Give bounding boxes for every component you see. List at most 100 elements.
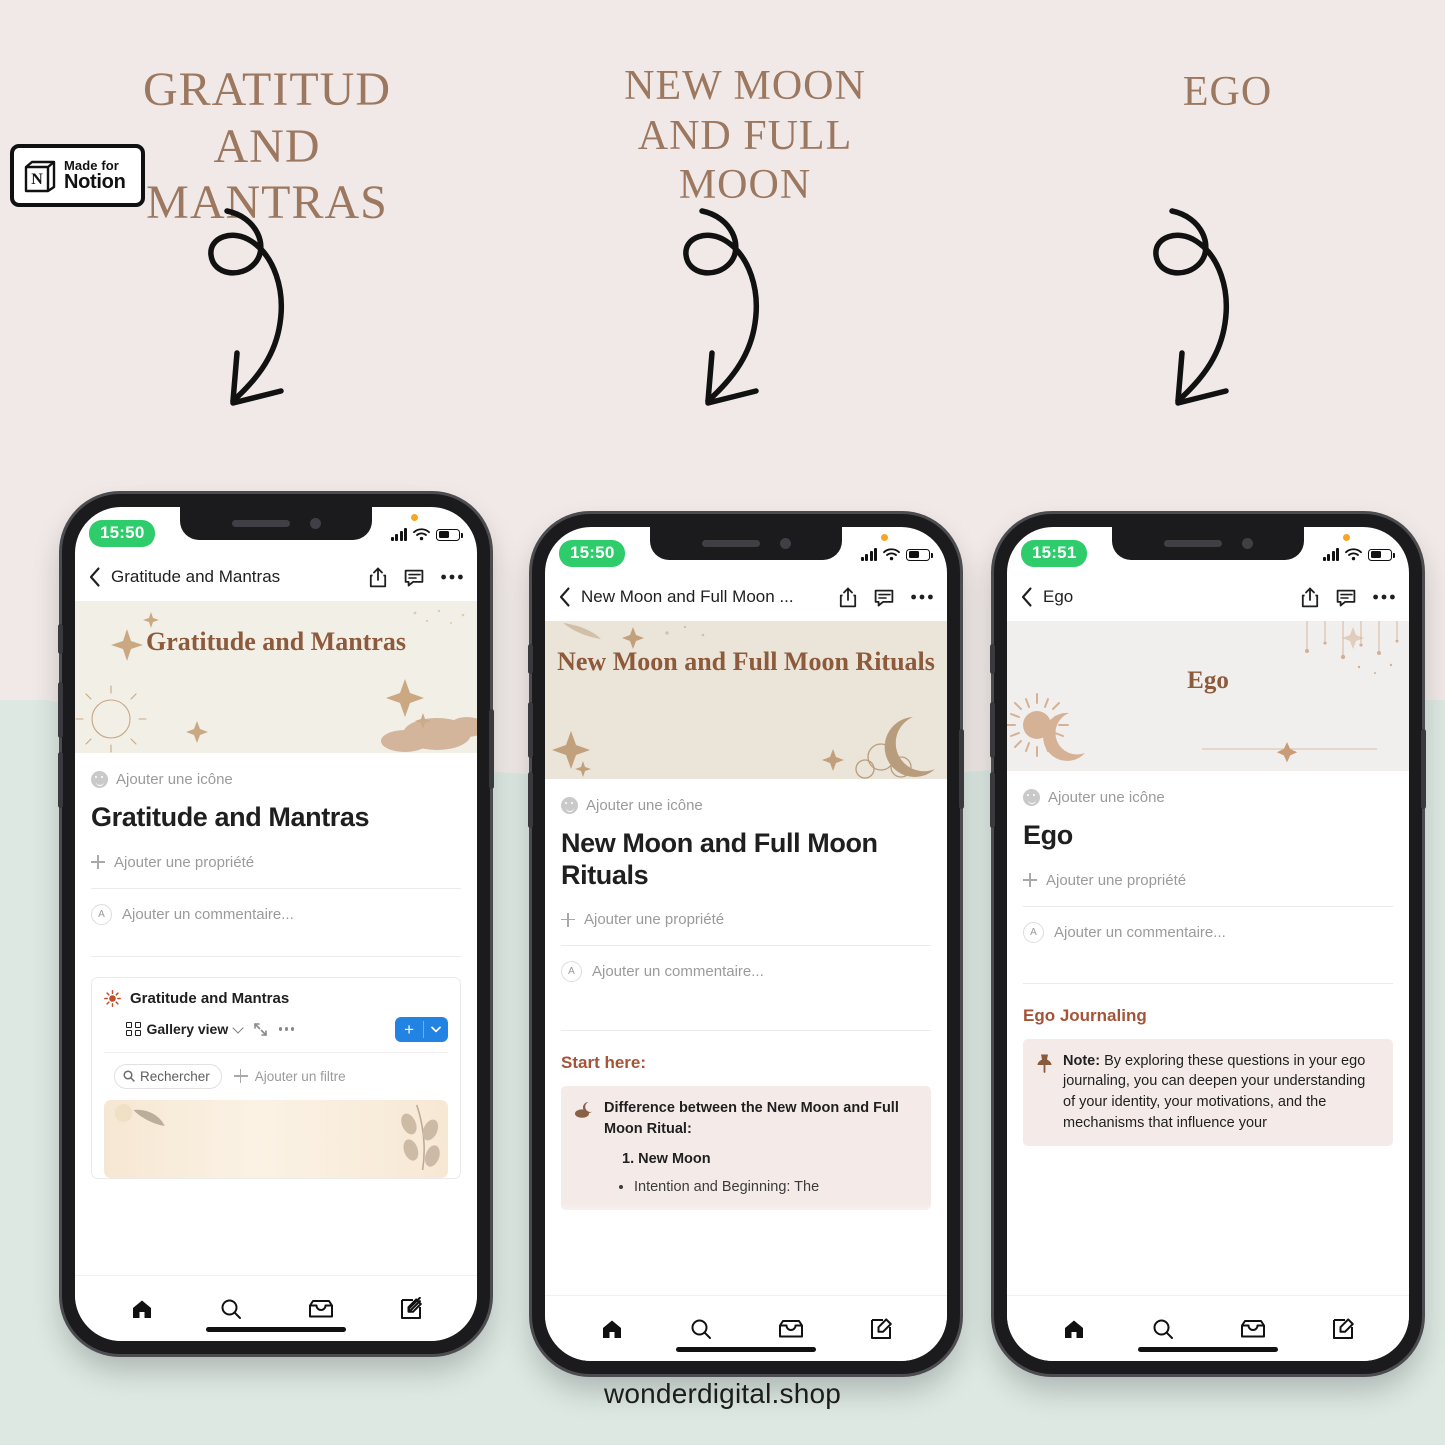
- add-icon-label: Ajouter une icône: [586, 797, 703, 814]
- home-indicator: [206, 1327, 346, 1332]
- share-icon[interactable]: [1301, 587, 1319, 608]
- wifi-icon: [413, 528, 430, 541]
- wifi-icon: [1345, 548, 1362, 561]
- expand-arrows-icon[interactable]: [253, 1022, 268, 1037]
- database-toolbar: Gallery view +: [126, 1016, 448, 1042]
- cover-decoration: [75, 609, 477, 753]
- search-icon[interactable]: [1151, 1317, 1175, 1341]
- page-navbar: New Moon and Full Moon ...: [545, 573, 947, 621]
- earpiece-speaker: [701, 540, 760, 547]
- new-item-button[interactable]: +: [395, 1016, 448, 1042]
- privacy-indicator-dot: [1343, 534, 1350, 541]
- notion-cube-icon: N: [23, 159, 57, 193]
- inbox-icon[interactable]: [308, 1297, 334, 1321]
- add-filter-label: Ajouter un filtre: [254, 1068, 346, 1084]
- avatar: A: [91, 903, 112, 925]
- chevron-left-icon[interactable]: [1021, 587, 1033, 607]
- search-icon[interactable]: [689, 1317, 713, 1341]
- comment-icon[interactable]: [404, 568, 424, 587]
- add-property-label: Ajouter une propriété: [584, 911, 725, 929]
- navbar-title: Ego: [1043, 587, 1074, 606]
- edit-icon[interactable]: [399, 1296, 423, 1321]
- home-indicator: [1138, 1347, 1278, 1352]
- search-input[interactable]: Rechercher: [114, 1063, 222, 1089]
- front-camera: [1241, 538, 1253, 549]
- more-horizontal-icon[interactable]: [441, 574, 463, 580]
- content-fade: [545, 1203, 947, 1229]
- battery-icon: [1368, 548, 1395, 561]
- notch: [1112, 527, 1304, 560]
- edit-icon[interactable]: [1331, 1317, 1355, 1341]
- add-filter-button[interactable]: Ajouter un filtre: [233, 1068, 346, 1084]
- page-cover: New Moon and Full Moon Rituals: [545, 621, 947, 779]
- inbox-icon[interactable]: [1240, 1317, 1266, 1341]
- share-icon[interactable]: [839, 587, 857, 608]
- navbar-title: New Moon and Full Moon ...: [581, 587, 794, 606]
- new-item-plus-label: +: [395, 1020, 424, 1038]
- edit-icon[interactable]: [869, 1317, 893, 1341]
- database-filter-row: Rechercher Ajouter un filtre: [104, 1051, 448, 1100]
- status-clock: 15:50: [89, 520, 156, 547]
- view-selector[interactable]: Gallery view: [126, 1021, 244, 1038]
- plus-icon: [561, 912, 575, 927]
- gallery-grid-icon: [126, 1021, 141, 1037]
- column-heading-3: EGO: [1182, 69, 1273, 115]
- gallery-card-item[interactable]: [104, 1099, 448, 1178]
- sun-icon: [104, 989, 121, 1007]
- search-icon: [123, 1070, 135, 1082]
- gallery-card-decoration: [114, 1103, 440, 1170]
- database-block: Gratitude and Mantras Gallery view + Rec…: [91, 976, 461, 1179]
- cover-decoration: [552, 623, 935, 779]
- search-icon[interactable]: [219, 1297, 243, 1321]
- cover-title: Gratitude and Mantras: [146, 627, 406, 656]
- view-label: Gallery view: [146, 1021, 229, 1038]
- add-comment-row[interactable]: A Ajouter un commentaire...: [91, 889, 461, 939]
- moon-cloud-icon: [575, 1102, 593, 1118]
- add-comment-row[interactable]: A Ajouter un commentaire...: [561, 946, 931, 996]
- content-fade: [75, 1183, 477, 1209]
- home-icon[interactable]: [130, 1297, 154, 1321]
- plus-icon: [1023, 873, 1037, 888]
- add-property-row[interactable]: Ajouter une propriété: [561, 911, 931, 928]
- page-title: Ego: [1023, 820, 1073, 850]
- footer-url: wonderdigital.shop: [603, 1378, 842, 1409]
- content-fade: [1007, 1203, 1409, 1229]
- database-more-icon[interactable]: [279, 1027, 294, 1031]
- add-property-row[interactable]: Ajouter une propriété: [91, 854, 461, 871]
- inbox-icon[interactable]: [778, 1317, 804, 1341]
- add-icon-row[interactable]: Ajouter une icône: [1023, 771, 1393, 806]
- section-heading: Ego Journaling: [1023, 1005, 1147, 1025]
- add-icon-row[interactable]: Ajouter une icône: [91, 753, 461, 788]
- home-icon[interactable]: [1062, 1317, 1086, 1341]
- add-property-row[interactable]: Ajouter une propriété: [1023, 872, 1393, 889]
- callout-ordered-item: 1. New Moon: [622, 1150, 711, 1167]
- add-comment-row[interactable]: A Ajouter un commentaire...: [1023, 907, 1393, 957]
- callout-block: Difference between the New Moon and Full…: [561, 1086, 931, 1211]
- add-icon-row[interactable]: Ajouter une icône: [561, 779, 931, 814]
- earpiece-speaker: [231, 520, 290, 527]
- column-heading-2: NEW MOON AND FULL MOON: [624, 63, 866, 209]
- home-icon[interactable]: [600, 1317, 624, 1341]
- page-title: Gratitude and Mantras: [91, 802, 370, 832]
- database-header[interactable]: Gratitude and Mantras: [104, 990, 448, 1007]
- more-horizontal-icon[interactable]: [911, 594, 933, 600]
- navbar-title: Gratitude and Mantras: [111, 567, 281, 586]
- chevron-left-icon[interactable]: [89, 567, 101, 587]
- home-indicator: [676, 1347, 816, 1352]
- callout-bullet-item: Intention and Beginning: The: [634, 1177, 918, 1198]
- more-horizontal-icon[interactable]: [1373, 594, 1395, 600]
- divider: [1023, 982, 1393, 984]
- comment-icon[interactable]: [874, 588, 894, 607]
- notch: [180, 507, 372, 540]
- cover-title: New Moon and Full Moon Rituals: [557, 647, 935, 676]
- avatar: A: [1023, 921, 1044, 943]
- phone-2-screen: 15:50 New Moon and Full Moon ... New Moo…: [545, 527, 947, 1361]
- callout-heading: Difference between the New Moon and Full…: [604, 1100, 899, 1137]
- add-comment-label: Ajouter un commentaire...: [1054, 923, 1226, 941]
- cover-title: Ego: [1187, 667, 1229, 694]
- battery-icon: [436, 528, 463, 541]
- chevron-down-icon[interactable]: [424, 1020, 448, 1038]
- comment-icon[interactable]: [1336, 588, 1356, 607]
- chevron-left-icon[interactable]: [559, 587, 571, 607]
- share-icon[interactable]: [369, 567, 387, 588]
